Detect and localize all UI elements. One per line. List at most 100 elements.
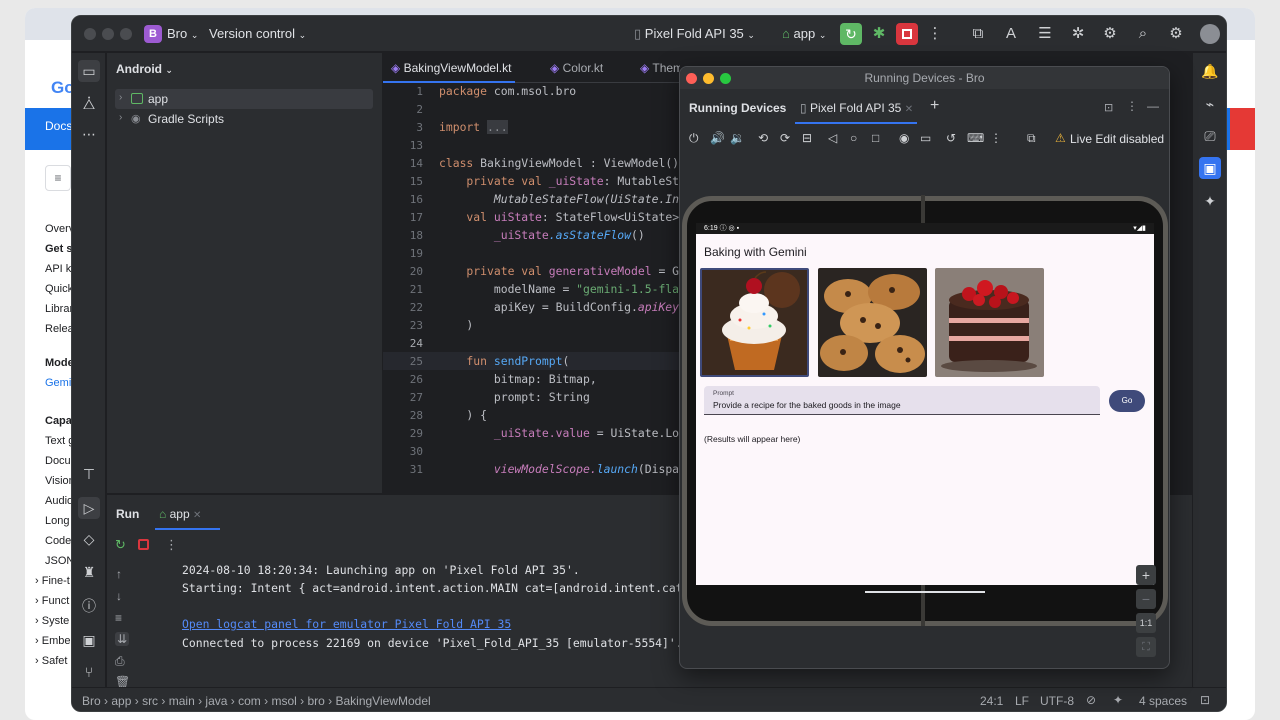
power-icon[interactable]: ⏻ [689, 131, 699, 146]
docs-nav-item[interactable]: Text g [45, 435, 74, 447]
resource-manager-icon[interactable]: ⧊ [78, 93, 100, 115]
settings-icon[interactable]: ⚙ [1165, 23, 1187, 45]
back-icon[interactable]: ◁ [828, 131, 837, 145]
docs-nav-item[interactable]: Long [45, 515, 69, 527]
rotate-left-icon[interactable]: ⟲ [758, 131, 768, 145]
scroll-to-end-icon[interactable]: ⇊ [115, 632, 130, 646]
soft-wrap-icon[interactable]: ≡ [115, 611, 122, 625]
breadcrumb-item[interactable]: src [142, 694, 158, 708]
fit-screen-icon[interactable]: ⛶ [1136, 637, 1156, 657]
filter-icon[interactable]: ≡ [45, 165, 71, 191]
more-icon[interactable]: ⋮ [165, 537, 178, 553]
close-icon[interactable]: ✕ [905, 104, 913, 115]
overview-icon[interactable]: □ [872, 131, 879, 145]
docs-nav-item[interactable]: › Syste [35, 615, 69, 627]
layout-toggle-icon[interactable]: ⊡ [1104, 101, 1113, 114]
breadcrumb-item[interactable]: com [238, 694, 261, 708]
more-icon[interactable]: ⋮ [990, 131, 1002, 145]
lock-icon[interactable]: ⊡ [1200, 693, 1210, 707]
rotate-right-icon[interactable]: ⟳ [780, 131, 790, 145]
arrow-up-icon[interactable]: ↑ [116, 567, 122, 581]
breadcrumb-item[interactable]: java [205, 694, 227, 708]
folder-icon[interactable]: ▭ [78, 60, 100, 82]
device-explorer-icon[interactable]: ⎚ [1199, 125, 1221, 147]
home-icon[interactable]: ○ [850, 131, 857, 145]
build-icon[interactable]: ⊤ [78, 463, 100, 485]
docs-nav-item[interactable]: Librar [45, 303, 73, 315]
docs-nav-item[interactable]: Overv [45, 223, 74, 235]
file-encoding[interactable]: UTF-8 [1040, 694, 1074, 708]
translate-icon[interactable]: A [1000, 23, 1022, 45]
close-window-button[interactable] [686, 73, 697, 84]
zoom-window-button[interactable] [120, 28, 132, 40]
cake-image[interactable] [935, 268, 1044, 377]
docs-nav-item[interactable]: API k [45, 263, 71, 275]
zoom-actual-size[interactable]: 1:1 [1136, 613, 1156, 633]
readonly-icon[interactable]: ⊘ [1086, 693, 1096, 707]
close-window-button[interactable] [84, 28, 96, 40]
zoom-in-icon[interactable]: + [1136, 565, 1156, 585]
indent-setting[interactable]: 4 spaces [1139, 694, 1187, 708]
sdk-icon[interactable]: ⚙ [1099, 23, 1121, 45]
docs-nav-item[interactable]: JSON [45, 555, 74, 567]
code-area[interactable]: 1 2 3 13 14 15 16 17 18 19 20 21 22 23 24 25 26 27 28 29 30 3… [383, 84, 680, 493]
print-icon[interactable]: ⎙ [115, 654, 125, 669]
device-tab[interactable]: ▯ Pixel Fold API 35 ✕ [800, 101, 913, 115]
minimize-icon[interactable]: — [1147, 99, 1159, 113]
run-tool-icon[interactable]: ▷ [78, 497, 100, 519]
stop-icon[interactable] [138, 539, 149, 550]
docs-nav-item[interactable]: Quick [45, 283, 73, 295]
tab-bakingviewmodel[interactable]: ◈ BakingViewModel.kt [391, 61, 511, 75]
stop-button[interactable] [896, 23, 918, 45]
snapshot-icon[interactable]: ↺ [946, 131, 956, 145]
docs-nav-item[interactable]: Code [45, 535, 71, 547]
notifications-icon[interactable]: 🔔 [1199, 60, 1221, 82]
docs-nav-item[interactable]: Audio [45, 495, 73, 507]
tab-theme[interactable]: ◈ Theme.kt [640, 61, 680, 75]
zoom-out-icon[interactable]: − [1136, 589, 1156, 609]
docs-nav-item[interactable]: Gemi [45, 377, 71, 389]
minimize-window-button[interactable] [102, 28, 114, 40]
device-screen[interactable]: 6:19 ⓘ ◎ ▪ ▾◢▮ Baking with Gemini Prompt… [696, 223, 1154, 585]
go-button[interactable]: Go [1109, 390, 1145, 412]
zoom-window-button[interactable] [720, 73, 731, 84]
more-icon[interactable]: ⋮ [1126, 99, 1138, 113]
fold-icon[interactable]: ⊟ [802, 131, 812, 145]
breadcrumb-item[interactable]: main [169, 694, 195, 708]
docs-nav-item[interactable]: Docu [45, 455, 71, 467]
gemini-icon[interactable]: ✦ [1199, 190, 1221, 212]
problems-icon[interactable]: ⓘ [78, 595, 100, 617]
device-selector[interactable]: ▯ Pixel Fold API 35 ⌄ [634, 26, 755, 42]
device-manager-icon[interactable]: ⧉ [967, 23, 989, 45]
docs-nav-item[interactable]: › Safet [35, 655, 67, 667]
more-icon[interactable]: ⋮ [924, 23, 946, 45]
breadcrumb-item[interactable]: msol [271, 694, 296, 708]
arrow-down-icon[interactable]: ↓ [116, 589, 122, 603]
docs-nav-item[interactable]: Relea [45, 323, 74, 335]
navigation-handle[interactable] [865, 591, 985, 593]
rerun-icon[interactable]: ↻ [840, 23, 862, 45]
line-separator[interactable]: LF [1015, 694, 1029, 708]
live-edit-status[interactable]: Live Edit disabled [1070, 132, 1164, 146]
gradle-tool-icon[interactable]: ⌁ [1199, 93, 1221, 115]
caret-position[interactable]: 24:1 [980, 694, 1003, 708]
docs-nav-item[interactable]: › Embe [35, 635, 70, 647]
docs-tab[interactable]: Docs [45, 119, 72, 133]
project-view-selector[interactable]: Android ⌄ [116, 62, 173, 76]
debug-icon[interactable]: ✱ [868, 23, 890, 45]
add-device-icon[interactable]: + [930, 97, 939, 115]
vcs-menu[interactable]: Version control ⌄ [209, 26, 306, 41]
docs-nav-item[interactable]: › Funct [35, 595, 69, 607]
tab-color[interactable]: ◈ Color.kt [550, 61, 603, 75]
docs-nav-item[interactable]: Mode [45, 357, 74, 369]
tree-item-gradle[interactable]: › ◉ Gradle Scripts [115, 109, 373, 129]
run-tab-app[interactable]: ⌂ app ✕ [159, 507, 201, 521]
mirror-icon[interactable]: ⧉ [1027, 131, 1036, 146]
gemini-status-icon[interactable]: ✦ [1113, 693, 1123, 707]
keyboard-icon[interactable]: ⌨ [967, 131, 984, 145]
project-selector[interactable]: Bro ⌄ [167, 26, 198, 41]
more-tools-icon[interactable]: ⋯ [78, 123, 100, 145]
docs-nav-item[interactable]: › Fine-t [35, 575, 70, 587]
rerun-icon[interactable]: ↻ [115, 537, 126, 553]
breadcrumb-item[interactable]: bro [307, 694, 324, 708]
